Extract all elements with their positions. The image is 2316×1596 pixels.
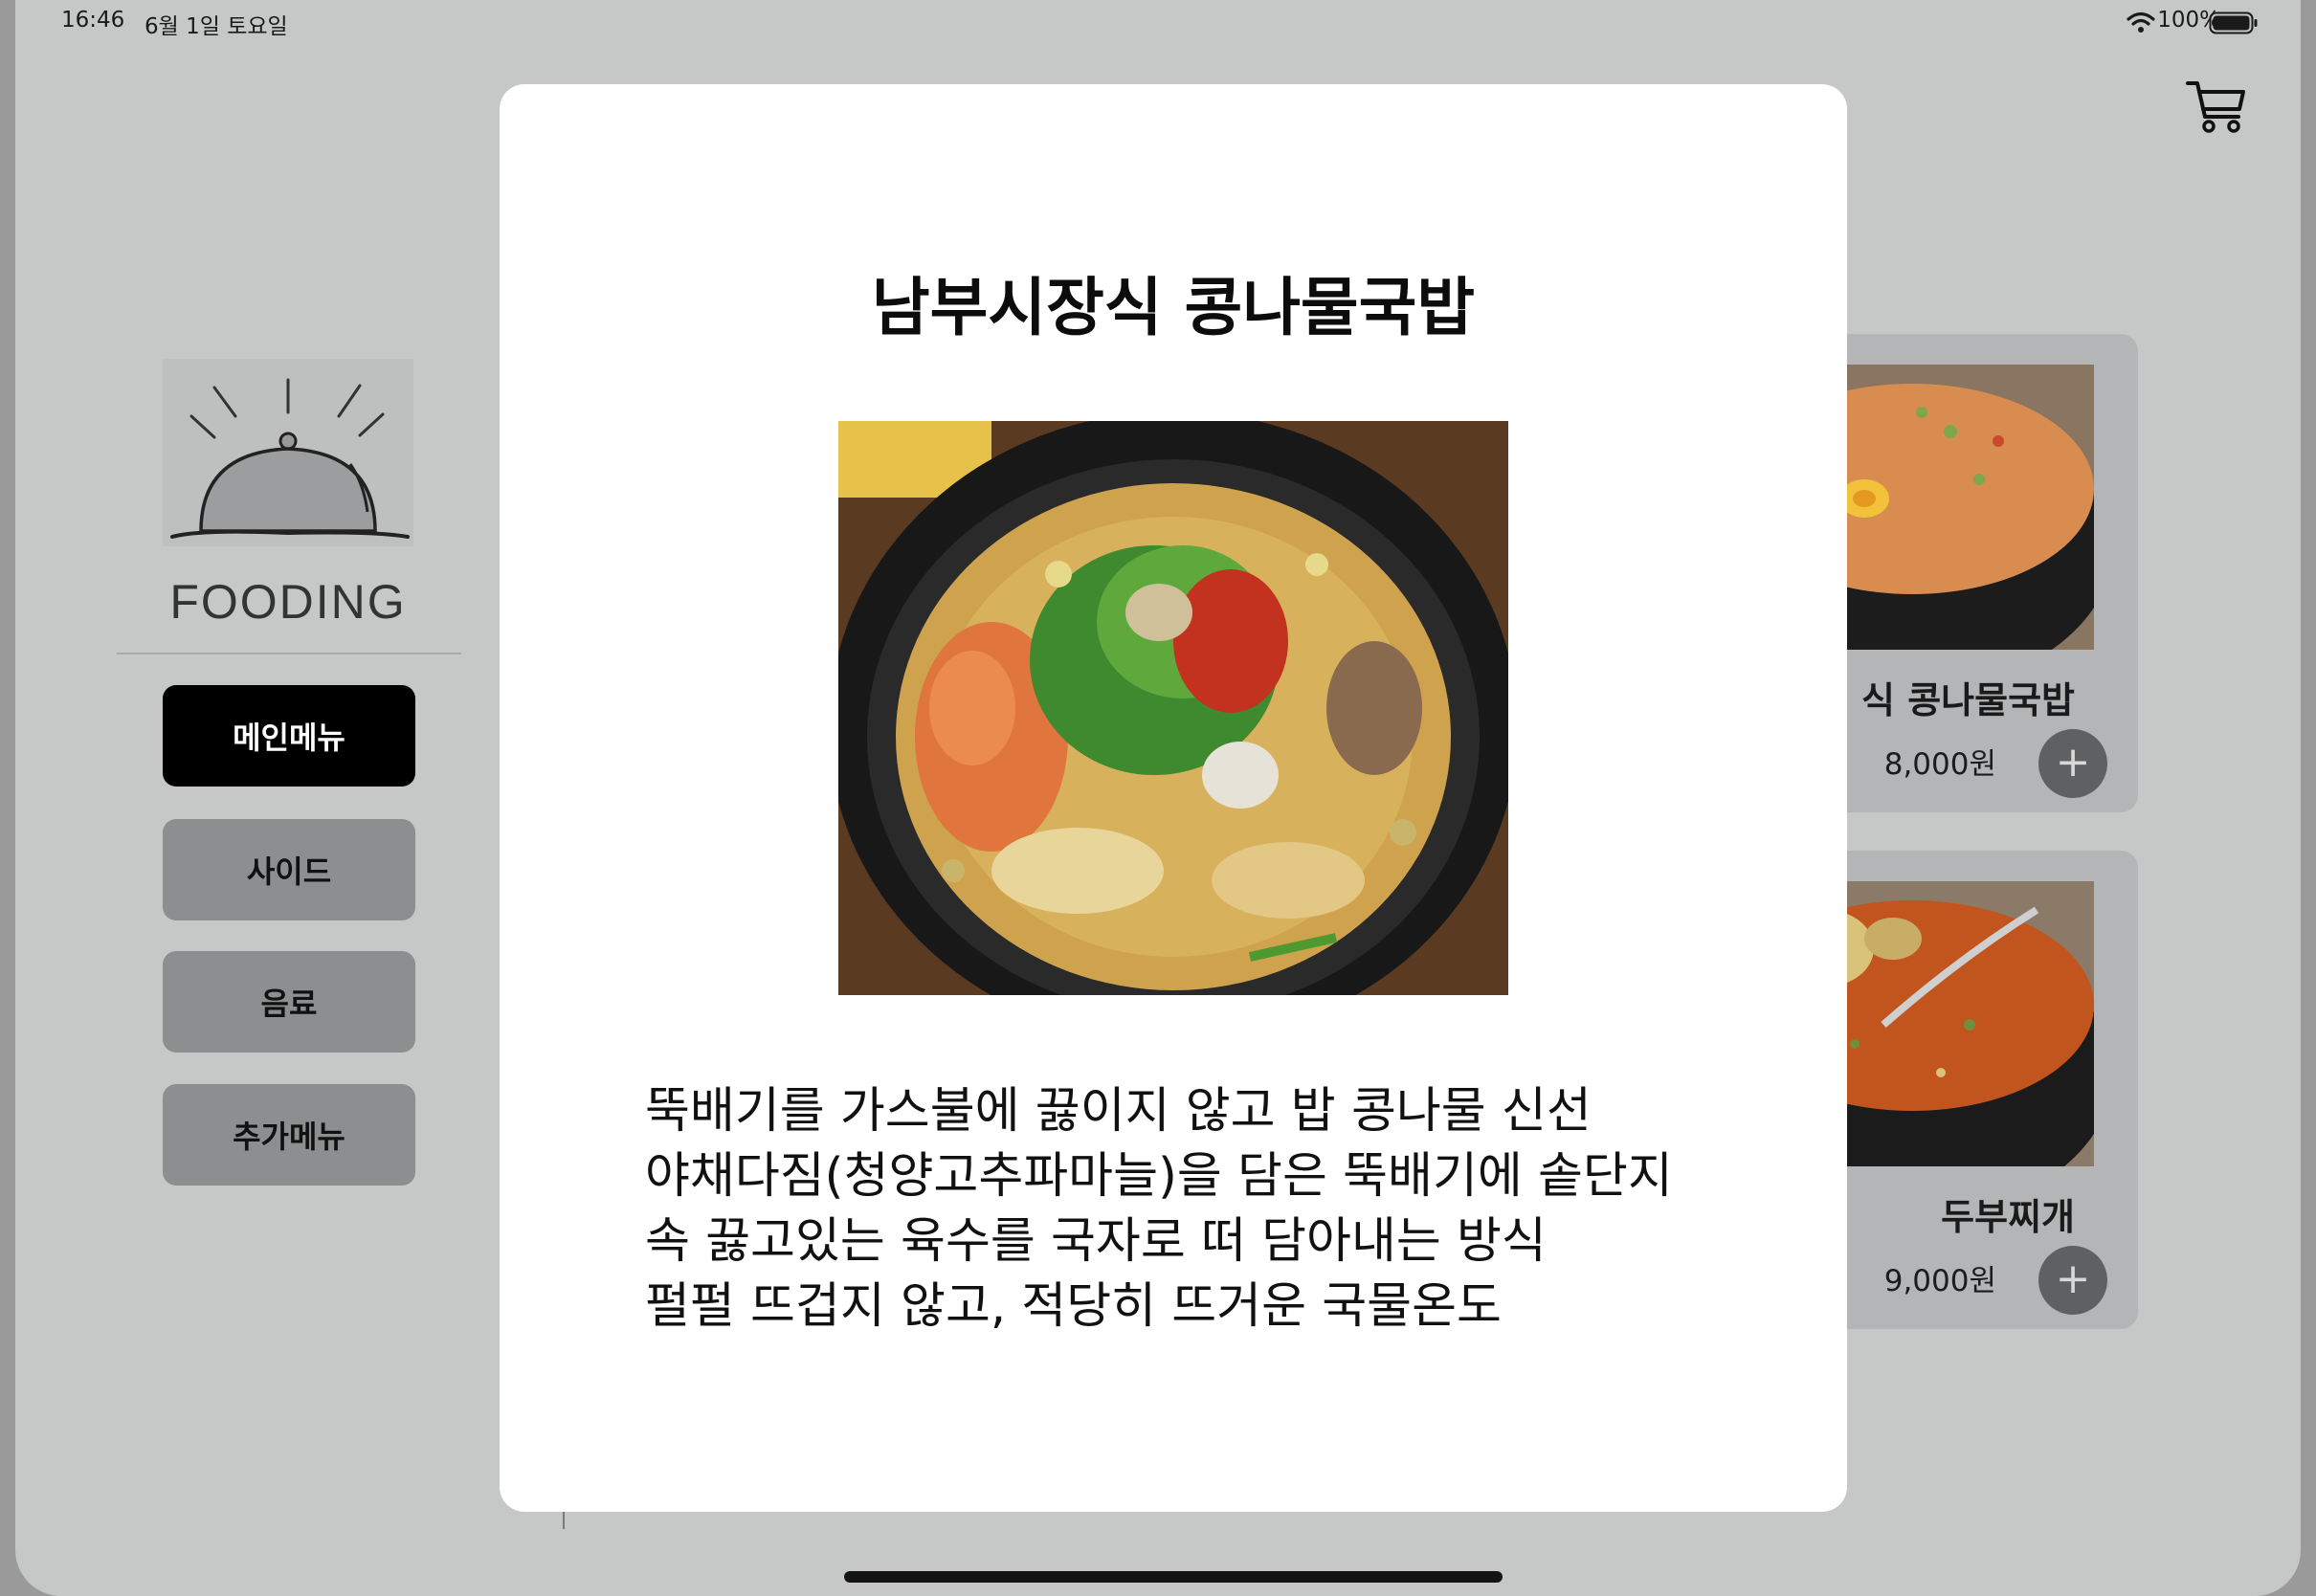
status-date: 6월 1일 토요일 — [145, 14, 288, 39]
status-bar: 16:46 6월 1일 토요일 100% — [15, 6, 2301, 40]
description-line: 야채다짐(청양고추파마늘)을 담은 뚝배기에 솥단지 — [645, 1148, 1673, 1205]
menu-detail-modal: 남부시장식 콩나물국밥 뚝배기를 가스불에 끓이지 않고 밥 콩나물 신선 야채… — [500, 84, 1847, 1512]
cart-icon[interactable] — [2186, 78, 2247, 138]
description-line: 뚝배기를 가스불에 끓이지 않고 밥 콩나물 신선 — [645, 1083, 1592, 1140]
app-screen: 16:46 6월 1일 토요일 100% FOODING 메인메뉴 사이드 음료… — [15, 0, 2301, 1596]
category-main-menu[interactable]: 메인메뉴 — [163, 685, 415, 787]
sidebar-divider — [117, 653, 461, 654]
plus-icon[interactable]: + — [2038, 729, 2107, 798]
category-drinks[interactable]: 음료 — [163, 951, 415, 1053]
food-photo — [829, 411, 1518, 1043]
brand-name: FOODING — [169, 575, 407, 629]
description-line: 펄펄 뜨겁지 않고, 적당히 뜨거운 국물온도 — [645, 1278, 1502, 1335]
home-indicator[interactable] — [844, 1571, 1503, 1583]
description-line: 속 끓고있는 육수를 국자로 떠 담아내는 방식 — [645, 1213, 1547, 1270]
modal-description: 뚝배기를 가스불에 끓이지 않고 밥 콩나물 신선 야채다짐(청양고추파마늘)을… — [645, 1079, 1774, 1340]
cloche-icon — [163, 359, 413, 546]
modal-title: 남부시장식 콩나물국밥 — [871, 271, 1476, 344]
category-extra[interactable]: 추가메뉴 — [163, 1084, 415, 1186]
wifi-icon — [2127, 11, 2155, 38]
battery-icon — [2209, 11, 2259, 40]
status-time: 16:46 — [61, 8, 125, 33]
plus-icon[interactable]: + — [2038, 1246, 2107, 1315]
category-side[interactable]: 사이드 — [163, 819, 415, 920]
